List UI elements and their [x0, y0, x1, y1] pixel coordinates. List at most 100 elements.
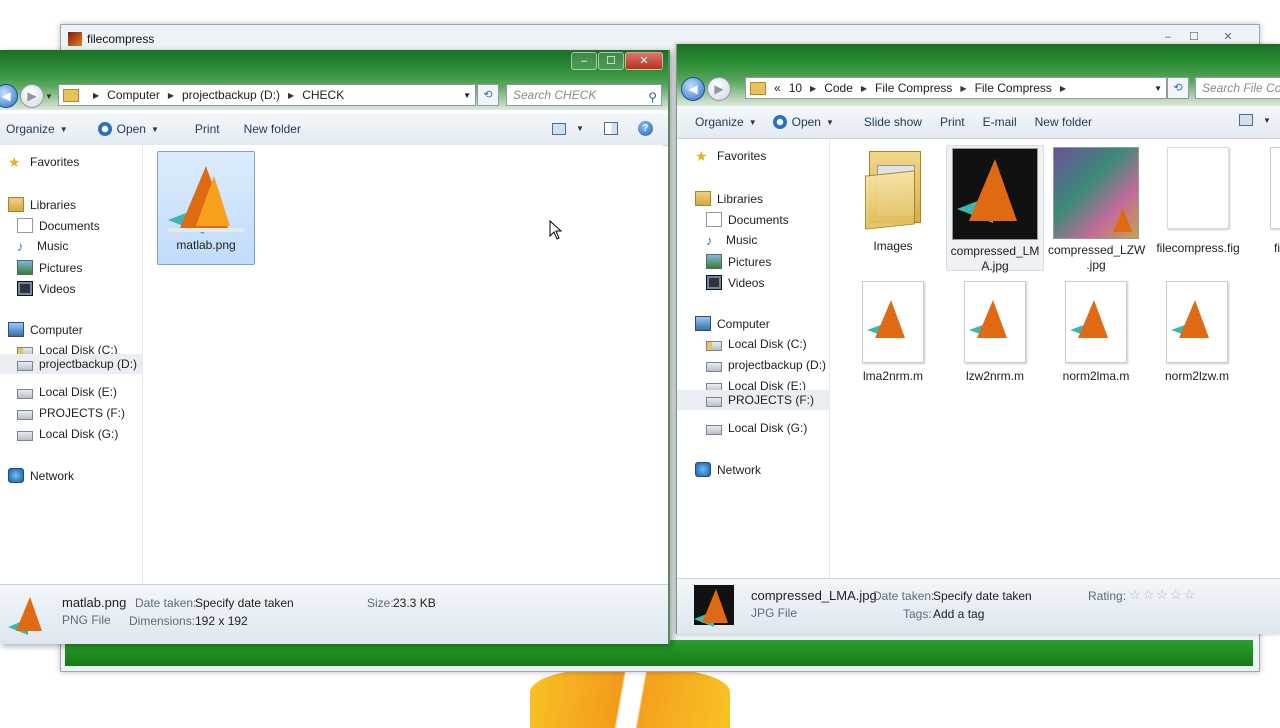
- minimize-button[interactable]: –: [1155, 29, 1181, 45]
- nav-pictures[interactable]: Pictures: [17, 260, 82, 275]
- nav-videos[interactable]: Videos: [17, 281, 75, 296]
- email-button[interactable]: E-mail: [983, 115, 1017, 129]
- slide-show-button[interactable]: Slide show: [864, 115, 922, 129]
- open-button[interactable]: Open ▼: [97, 122, 159, 136]
- explorer-window-file-compress[interactable]: ◀ ▶ « 10 ▶ Code ▶ File Compress ▶ File C…: [676, 44, 1280, 634]
- search-input[interactable]: Search File Com: [1195, 77, 1280, 99]
- folder-item[interactable]: Images: [848, 147, 938, 254]
- nav-label: projectbackup (D:): [728, 358, 827, 372]
- open-button[interactable]: Open ▼: [772, 115, 834, 129]
- nav-label: PROJECTS (F:): [728, 393, 814, 407]
- file-item[interactable]: norm2lma.m: [1051, 281, 1141, 384]
- file-item[interactable]: lma2nrm.m: [848, 281, 938, 384]
- nav-documents[interactable]: Documents: [706, 212, 789, 227]
- address-bar[interactable]: « 10 ▶ Code ▶ File Compress ▶ File Compr…: [745, 77, 1167, 99]
- maximize-button[interactable]: ☐: [1181, 29, 1207, 45]
- file-name-line1: compressed_LZW: [1048, 243, 1146, 257]
- refresh-icon[interactable]: ⟲: [477, 84, 499, 106]
- breadcrumb-overflow[interactable]: «: [774, 81, 781, 95]
- file-item[interactable]: filecompress.fig: [1148, 147, 1248, 256]
- new-folder-button[interactable]: New folder: [244, 122, 301, 136]
- breadcrumb-file-compress[interactable]: File Compress: [975, 81, 1052, 95]
- file-item[interactable]: compressed_LZW .jpg: [1048, 147, 1146, 273]
- preview-pane-icon[interactable]: [603, 122, 618, 135]
- organize-button[interactable]: Organize ▼: [695, 115, 757, 129]
- address-dropdown-icon[interactable]: ▼: [463, 91, 471, 100]
- nav-network[interactable]: Network: [695, 462, 761, 477]
- date-taken-value[interactable]: Specify date taken: [195, 596, 294, 610]
- nav-label: projectbackup (D:): [39, 357, 138, 371]
- search-input[interactable]: Search CHECK ⚲: [506, 84, 662, 106]
- nav-computer[interactable]: Computer: [695, 316, 770, 331]
- view-dropdown-icon[interactable]: ▼: [576, 124, 584, 133]
- close-button[interactable]: ✕: [625, 52, 663, 70]
- window-title: filecompress: [87, 32, 155, 46]
- nav-videos[interactable]: Videos: [706, 275, 764, 290]
- nav-drive-f[interactable]: PROJECTS (F:): [17, 406, 125, 420]
- breadcrumb-folder[interactable]: CHECK: [302, 88, 344, 102]
- nav-drive-d[interactable]: projectbackup (D:): [706, 358, 826, 372]
- file-icon: [1270, 147, 1280, 229]
- nav-music[interactable]: ♪ Music: [706, 233, 757, 247]
- rating-stars[interactable]: ☆☆☆☆☆: [1129, 587, 1197, 603]
- tags-value[interactable]: Add a tag: [933, 607, 984, 621]
- file-item[interactable]: norm2lzw.m: [1152, 281, 1242, 384]
- view-dropdown-icon[interactable]: ▼: [1263, 116, 1271, 125]
- breadcrumb-file-compress-parent[interactable]: File Compress: [875, 81, 952, 95]
- chevron-right-icon: ▶: [860, 83, 868, 93]
- breadcrumb-computer[interactable]: Computer: [107, 88, 160, 102]
- back-button[interactable]: ◀: [681, 77, 705, 101]
- nav-network[interactable]: Network: [8, 468, 74, 483]
- pictures-icon: [17, 260, 33, 275]
- nav-drive-e[interactable]: Local Disk (E:): [17, 385, 117, 399]
- nav-favorites[interactable]: ★ Favorites: [695, 149, 766, 163]
- organize-button[interactable]: Organize ▼: [6, 122, 68, 136]
- address-bar[interactable]: ▶ Computer ▶ projectbackup (D:) ▶ CHECK …: [58, 84, 476, 106]
- nav-pictures[interactable]: Pictures: [706, 254, 771, 269]
- nav-drive-g[interactable]: Local Disk (G:): [706, 421, 807, 435]
- nav-libraries[interactable]: Libraries: [8, 197, 76, 212]
- nav-label: Documents: [39, 218, 100, 233]
- recent-pages-chevron-icon[interactable]: ▼: [45, 92, 53, 101]
- refresh-icon[interactable]: ⟲: [1167, 77, 1189, 99]
- nav-drive-g[interactable]: Local Disk (G:): [17, 427, 118, 441]
- nav-drive-c[interactable]: Local Disk (C:): [706, 337, 807, 351]
- date-taken-value[interactable]: Specify date taken: [933, 589, 1032, 603]
- nav-favorites[interactable]: ★ Favorites: [8, 155, 79, 169]
- search-icon[interactable]: ⚲: [648, 87, 657, 105]
- nav-computer[interactable]: Computer: [8, 322, 83, 337]
- forward-button[interactable]: ▶: [20, 84, 44, 108]
- forward-button[interactable]: ▶: [707, 77, 731, 101]
- file-item[interactable]: matlab.png: [157, 151, 255, 265]
- nav-drive-f[interactable]: PROJECTS (F:): [677, 390, 829, 410]
- network-icon: [695, 462, 711, 477]
- nav-documents[interactable]: Documents: [17, 218, 100, 233]
- selected-file-thumbnail-icon: [8, 593, 52, 637]
- file-name: norm2lzw.m: [1164, 369, 1229, 383]
- change-view-icon[interactable]: [552, 122, 566, 135]
- nav-libraries[interactable]: Libraries: [695, 191, 763, 206]
- close-button[interactable]: ✕: [1215, 29, 1241, 45]
- file-item[interactable]: lzw2nrm.m: [950, 281, 1040, 384]
- size-value: 23.3 KB: [393, 596, 436, 610]
- change-view-icon[interactable]: [1239, 114, 1253, 126]
- file-item[interactable]: compressed_LM A.jpg: [946, 145, 1044, 273]
- breadcrumb-10[interactable]: 10: [789, 81, 802, 95]
- file-item[interactable]: filec: [1254, 147, 1280, 256]
- breadcrumb-drive[interactable]: projectbackup (D:): [182, 88, 280, 102]
- print-button[interactable]: Print: [940, 115, 965, 129]
- maximize-button[interactable]: ☐: [598, 52, 624, 70]
- folder-icon: [863, 147, 923, 230]
- new-folder-button[interactable]: New folder: [1035, 115, 1092, 129]
- breadcrumb-code[interactable]: Code: [824, 81, 853, 95]
- nav-drive-d[interactable]: projectbackup (D:): [0, 354, 142, 374]
- explorer-window-check[interactable]: – ☐ ✕ ◀ ▶ ▼ ▶ Computer ▶ projectbackup (…: [0, 50, 670, 644]
- search-placeholder: Search File Com: [1202, 81, 1280, 95]
- minimize-button[interactable]: –: [571, 52, 597, 70]
- print-button[interactable]: Print: [195, 122, 220, 136]
- file-name: filec: [1274, 241, 1280, 255]
- help-icon[interactable]: ?: [637, 121, 653, 136]
- nav-music[interactable]: ♪ Music: [17, 239, 68, 253]
- chevron-right-icon: ▶: [1059, 83, 1067, 93]
- address-dropdown-icon[interactable]: ▼: [1154, 84, 1162, 93]
